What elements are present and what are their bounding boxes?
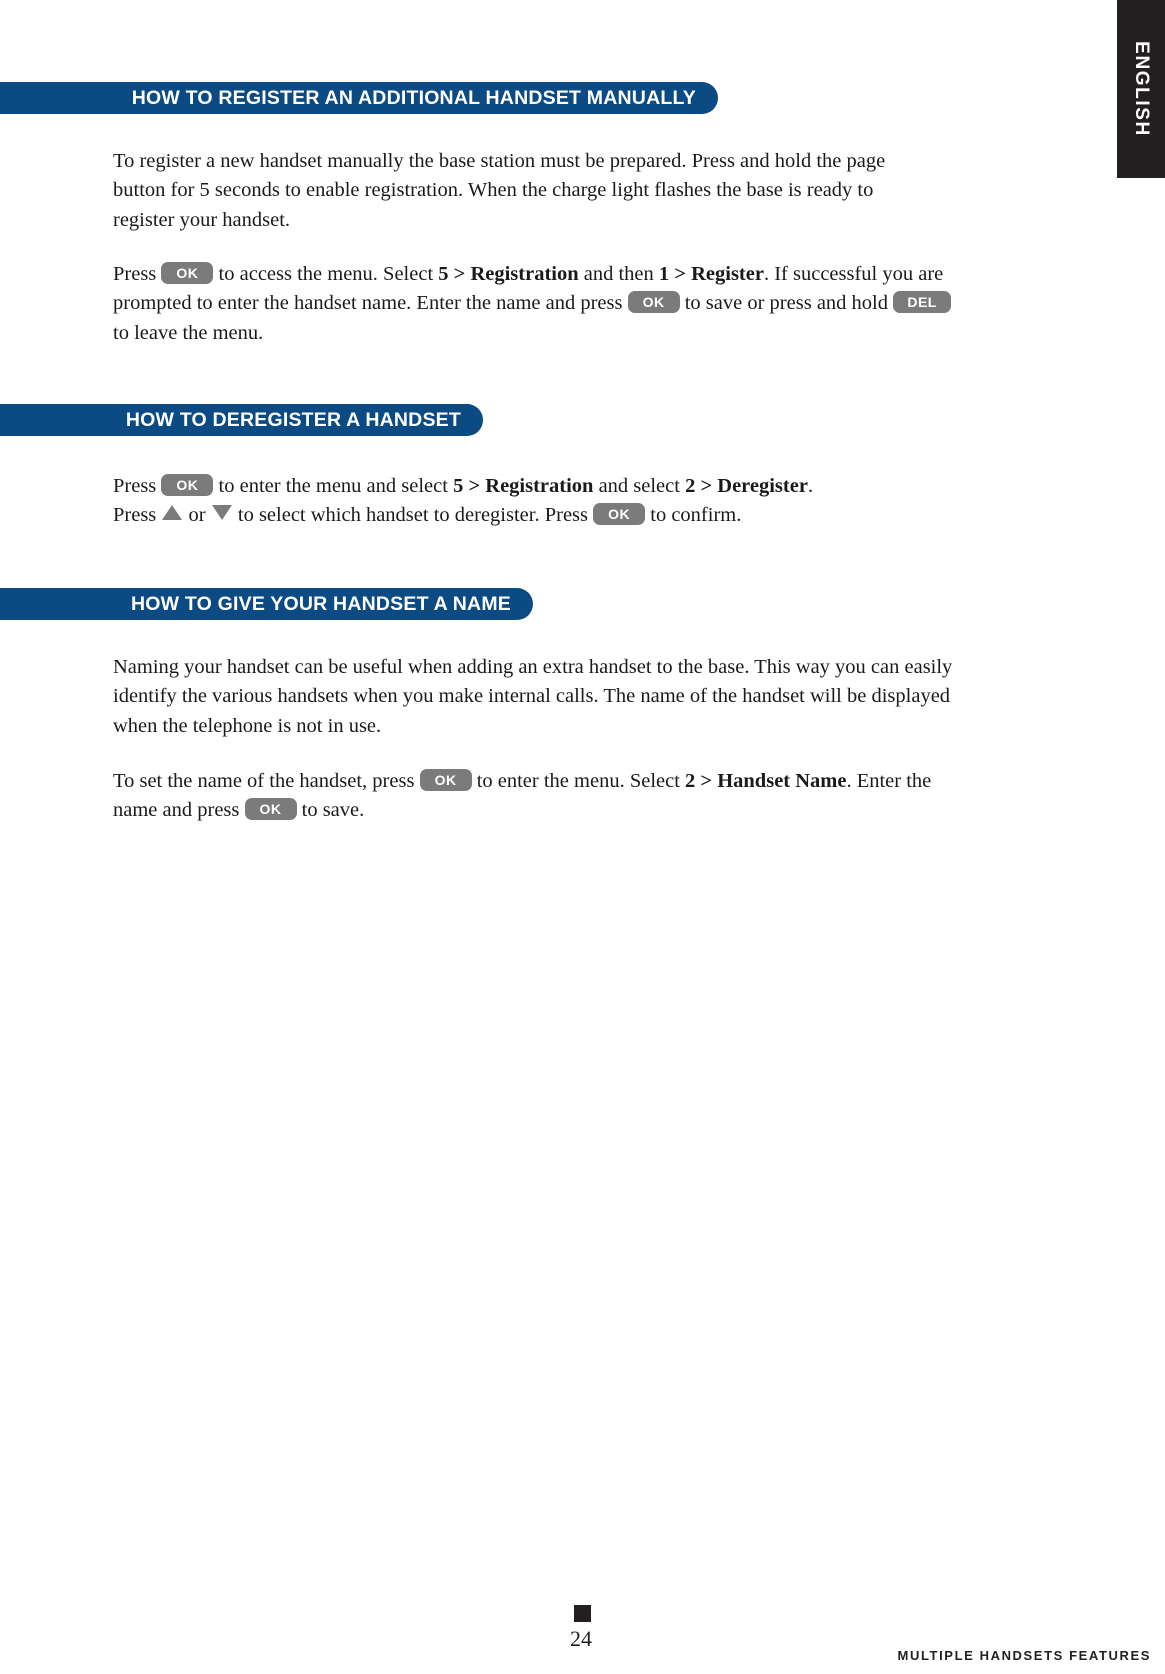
paragraph-register-intro: To register a new handset manually the b… xyxy=(113,149,886,231)
section-header-handset-name: HOW TO GIVE YOUR HANDSET A NAME xyxy=(0,588,533,620)
ok-key-chip[interactable]: OK xyxy=(593,503,646,525)
footer-section-label: MULTIPLE HANDSETS FEATURES xyxy=(897,1648,1151,1663)
text-run: Press xyxy=(113,474,162,497)
menu-path-handset-name: 2 > Handset Name xyxy=(685,769,847,792)
text-run: to select which handset to deregister. P… xyxy=(232,504,594,526)
footer-square-marker xyxy=(574,1605,591,1622)
text-run: . xyxy=(807,474,814,497)
text-run: to enter the menu and select xyxy=(213,474,454,497)
arrow-up-icon[interactable] xyxy=(162,505,183,520)
ok-key-chip[interactable]: OK xyxy=(419,768,472,791)
section-header-register-manually: HOW TO REGISTER AN ADDITIONAL HANDSET MA… xyxy=(0,82,718,114)
ok-key-chip[interactable]: OK xyxy=(161,261,214,284)
text-run: to save. xyxy=(296,799,365,821)
text-run: Press xyxy=(113,504,162,526)
paragraph-register-steps: Press OK to access the menu. Select 5 > … xyxy=(113,260,961,349)
ok-key-chip[interactable]: OK xyxy=(627,291,680,313)
ok-key-chip[interactable]: OK xyxy=(244,798,297,820)
text-run: to confirm. xyxy=(645,504,742,526)
menu-path-register: 1 > Register xyxy=(658,262,764,285)
page-number: 24 xyxy=(570,1626,592,1651)
del-key-chip[interactable]: DEL xyxy=(893,291,952,313)
menu-path-registration: 5 > Registration xyxy=(453,474,594,497)
menu-path-deregister: 2 > Deregister xyxy=(685,474,808,497)
text-run: and then xyxy=(578,262,659,285)
paragraph-name-intro: Naming your handset can be useful when a… xyxy=(113,655,953,737)
ok-key-chip[interactable]: OK xyxy=(161,473,214,496)
text-run: or xyxy=(183,504,211,526)
menu-path-registration: 5 > Registration xyxy=(438,262,579,285)
text-run: to save or press and hold xyxy=(679,292,894,314)
section-header-title: HOW TO REGISTER AN ADDITIONAL HANDSET MA… xyxy=(131,86,696,109)
section-header-title: HOW TO DEREGISTER A HANDSET xyxy=(125,408,461,431)
language-tab-label: ENGLISH xyxy=(1131,41,1152,137)
text-run: to access the menu. Select xyxy=(213,262,439,285)
text-run: to leave the menu. xyxy=(113,321,264,344)
text-run: To set the name of the handset, press xyxy=(113,769,420,792)
text-run: Press xyxy=(113,262,162,285)
text-run: to enter the menu. Select xyxy=(471,769,686,792)
paragraph-deregister-steps: Press OK to enter the menu and select 5 … xyxy=(113,472,993,531)
paragraph-name-steps: To set the name of the handset, press OK… xyxy=(113,767,961,826)
language-tab: ENGLISH xyxy=(1117,0,1165,178)
manual-page: ENGLISH HOW TO REGISTER AN ADDITIONAL HA… xyxy=(0,0,1165,1674)
arrow-down-icon[interactable] xyxy=(211,505,232,520)
section-header-deregister: HOW TO DEREGISTER A HANDSET xyxy=(0,404,483,436)
section-header-title: HOW TO GIVE YOUR HANDSET A NAME xyxy=(131,592,511,615)
text-run: and select xyxy=(593,474,686,497)
